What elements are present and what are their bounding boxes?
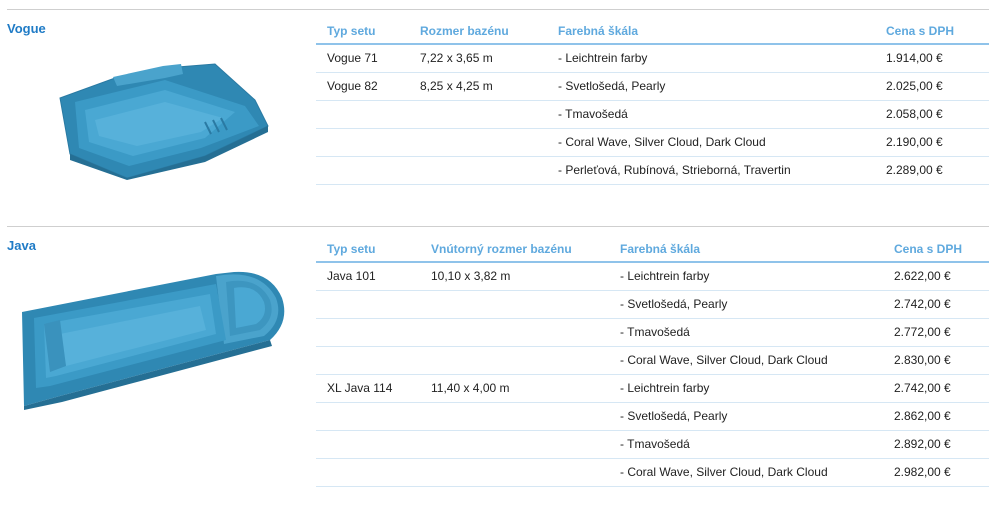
cell-price: 2.982,00 €: [883, 458, 989, 487]
col-header-color: Farebná škála: [609, 237, 883, 263]
table-row: Vogue 82 8,25 x 4,25 m - Svetlošedá, Pea…: [316, 72, 989, 101]
cell-color: - Leichtrein farby: [609, 374, 883, 403]
cell-color: - Tmavošedá: [547, 100, 875, 129]
col-header-price: Cena s DPH: [883, 237, 989, 263]
col-header-color: Farebná škála: [547, 19, 875, 45]
cell-price: 2.892,00 €: [883, 430, 989, 459]
java-price-table: Typ setu Vnútorný rozmer bazénu Farebná …: [316, 237, 989, 487]
cell-price: 1.914,00 €: [875, 44, 989, 73]
table-row: Vogue 71 7,22 x 3,65 m - Leichtrein farb…: [316, 44, 989, 73]
cell-color: - Svetlošedá, Pearly: [609, 402, 883, 431]
cell-type: XL Java 114: [316, 374, 420, 403]
table-row: - Perleťová, Rubínová, Strieborná, Trave…: [316, 156, 989, 185]
section-divider: [7, 9, 989, 10]
cell-color: - Svetlošedá, Pearly: [547, 72, 875, 101]
cell-color: - Coral Wave, Silver Cloud, Dark Cloud: [609, 458, 883, 487]
cell-size: [420, 318, 609, 347]
cell-color: - Coral Wave, Silver Cloud, Dark Cloud: [609, 346, 883, 375]
table-row: XL Java 114 11,40 x 4,00 m - Leichtrein …: [316, 374, 989, 403]
cell-price: 2.862,00 €: [883, 402, 989, 431]
cell-color: - Tmavošedá: [609, 318, 883, 347]
cell-size: [420, 458, 609, 487]
table-row: Java 101 10,10 x 3,82 m - Leichtrein far…: [316, 262, 989, 291]
cell-price: 2.742,00 €: [883, 374, 989, 403]
cell-type: [316, 346, 420, 375]
table-row: - Tmavošedá 2.058,00 €: [316, 100, 989, 129]
cell-size: [420, 290, 609, 319]
col-header-type: Typ setu: [316, 19, 409, 45]
cell-size: [420, 346, 609, 375]
cell-color: - Leichtrein farby: [609, 262, 883, 291]
table-row: - Tmavošedá 2.772,00 €: [316, 318, 989, 347]
cell-type: [316, 430, 420, 459]
cell-price: 2.025,00 €: [875, 72, 989, 101]
cell-color: - Perleťová, Rubínová, Strieborná, Trave…: [547, 156, 875, 185]
cell-type: [316, 290, 420, 319]
cell-size: [420, 402, 609, 431]
section-title: Java: [7, 238, 36, 253]
col-header-price: Cena s DPH: [875, 19, 989, 45]
cell-type: [316, 458, 420, 487]
cell-size: [409, 100, 547, 129]
table-row: - Svetlošedá, Pearly 2.742,00 €: [316, 290, 989, 319]
cell-size: 8,25 x 4,25 m: [409, 72, 547, 101]
cell-color: - Coral Wave, Silver Cloud, Dark Cloud: [547, 128, 875, 157]
cell-size: 10,10 x 3,82 m: [420, 262, 609, 291]
table-header-row: Typ setu Rozmer bazénu Farebná škála Cen…: [316, 19, 989, 45]
cell-type: [316, 128, 409, 157]
cell-type: Vogue 71: [316, 44, 409, 73]
table-header-row: Typ setu Vnútorný rozmer bazénu Farebná …: [316, 237, 989, 263]
table-row: - Svetlošedá, Pearly 2.862,00 €: [316, 402, 989, 431]
cell-size: [420, 430, 609, 459]
table-row: - Coral Wave, Silver Cloud, Dark Cloud 2…: [316, 458, 989, 487]
cell-price: 2.830,00 €: [883, 346, 989, 375]
table-row: - Coral Wave, Silver Cloud, Dark Cloud 2…: [316, 128, 989, 157]
cell-type: Vogue 82: [316, 72, 409, 101]
col-header-size: Vnútorný rozmer bazénu: [420, 237, 609, 263]
cell-type: [316, 402, 420, 431]
cell-type: [316, 100, 409, 129]
cell-color: - Tmavošedá: [609, 430, 883, 459]
cell-type: Java 101: [316, 262, 420, 291]
cell-color: - Leichtrein farby: [547, 44, 875, 73]
cell-price: 2.190,00 €: [875, 128, 989, 157]
cell-size: [409, 128, 547, 157]
cell-size: 7,22 x 3,65 m: [409, 44, 547, 73]
pool-java-image: [20, 268, 290, 410]
pool-vogue-image: [55, 60, 271, 180]
vogue-price-table: Typ setu Rozmer bazénu Farebná škála Cen…: [316, 19, 989, 185]
cell-price: 2.289,00 €: [875, 156, 989, 185]
cell-type: [316, 156, 409, 185]
col-header-type: Typ setu: [316, 237, 420, 263]
cell-size: [409, 156, 547, 185]
section-title: Vogue: [7, 21, 46, 36]
section-divider: [7, 226, 989, 227]
cell-price: 2.622,00 €: [883, 262, 989, 291]
cell-price: 2.742,00 €: [883, 290, 989, 319]
table-row: - Coral Wave, Silver Cloud, Dark Cloud 2…: [316, 346, 989, 375]
cell-color: - Svetlošedá, Pearly: [609, 290, 883, 319]
col-header-size: Rozmer bazénu: [409, 19, 547, 45]
cell-type: [316, 318, 420, 347]
cell-price: 2.058,00 €: [875, 100, 989, 129]
table-row: - Tmavošedá 2.892,00 €: [316, 430, 989, 459]
cell-price: 2.772,00 €: [883, 318, 989, 347]
cell-size: 11,40 x 4,00 m: [420, 374, 609, 403]
